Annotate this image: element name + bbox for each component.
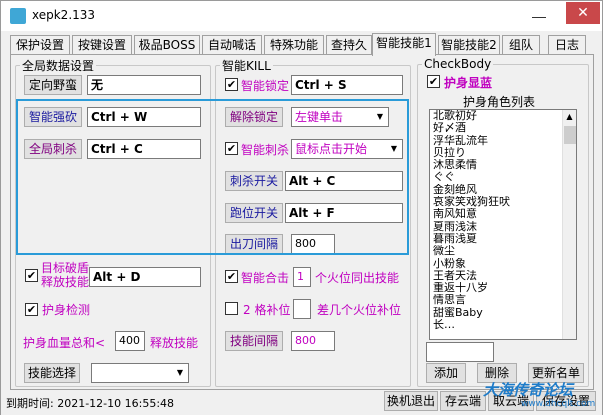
app-window: xepk2.133 ✕ 保护设置 按键设置 极品BOSS 自动喊话 特殊功能 查… (0, 0, 603, 415)
list-item[interactable]: 重返十八岁 (430, 282, 576, 294)
list-item[interactable]: 情思言 (430, 294, 576, 306)
buwei-checkbox[interactable] (225, 302, 238, 315)
list-item[interactable]: 长… (430, 319, 576, 331)
global-settings-legend: 全局数据设置 (22, 59, 95, 73)
tab-protect[interactable]: 保护设置 (10, 35, 70, 55)
list-item[interactable]: 王者天法 (430, 270, 576, 282)
list-item[interactable]: 贝拉り (430, 147, 576, 159)
logout-button[interactable]: 换机退出 (384, 391, 438, 411)
list-item[interactable]: 夏雨浅沫 (430, 221, 576, 233)
xueliang-label: 护身血量总和< (23, 336, 106, 350)
buwei-suffix: 差几个火位补位 (317, 303, 402, 317)
suoding-input[interactable]: Ctrl + S (291, 75, 403, 95)
title-bar: xepk2.133 ✕ (1, 1, 602, 31)
chevron-down-icon: ▼ (172, 364, 188, 382)
heji-num-input[interactable]: 1 (293, 267, 311, 287)
buwei-label: 2 格补位 (243, 303, 291, 317)
jineng-jiange-button[interactable]: 技能间隔 (225, 331, 283, 351)
heji-checkbox[interactable]: ✔ (225, 270, 238, 283)
suoding-checkbox[interactable]: ✔ (225, 78, 238, 91)
tab-log[interactable]: 日志 (548, 35, 586, 55)
dingxiang-button[interactable]: 定向野蛮 (24, 75, 82, 95)
role-list-scrollbar[interactable]: ▲ (562, 110, 576, 339)
role-list[interactable]: 北歌初好 好〆酒 浮华乱流年 贝拉り 沐思柔情 ぐぐ 金刻绝风 哀家笑戏狗狂吠 … (429, 109, 577, 340)
role-list-title: 护身角色列表 (463, 95, 536, 109)
tab-shout[interactable]: 自动喊话 (202, 35, 262, 55)
heji-suffix: 个火位同出技能 (315, 271, 400, 285)
tab-special[interactable]: 特殊功能 (264, 35, 324, 55)
list-item[interactable]: 南风知意 (430, 208, 576, 220)
list-item[interactable]: 金刻绝风 (430, 184, 576, 196)
tab-durability[interactable]: 查持久 (326, 35, 372, 55)
mubiao-podun-input[interactable]: Alt + D (89, 267, 201, 287)
jineng-xuanze-button[interactable]: 技能选择 (24, 363, 80, 383)
mubiao-podun-label: 目标破盾 (41, 261, 90, 275)
add-role-button[interactable]: 添加 (426, 363, 466, 383)
minimize-button[interactable] (532, 8, 546, 18)
list-item[interactable]: 好〆酒 (430, 122, 576, 134)
close-button[interactable]: ✕ (566, 2, 600, 24)
buwei-num-input[interactable] (293, 299, 311, 319)
mubiao-podun-checkbox[interactable]: ✔ (25, 269, 38, 282)
suoding-label: 智能锁定 (241, 79, 290, 93)
tab-skill1[interactable]: 智能技能1 (372, 33, 436, 56)
xueliang-input[interactable]: 400 (115, 331, 145, 351)
app-icon (10, 8, 26, 24)
checkbody-legend: CheckBody (424, 57, 492, 71)
list-item[interactable]: 沐思柔情 (430, 159, 576, 171)
jineng-jiange-input[interactable]: 800 (291, 331, 335, 351)
save-cloud-button[interactable]: 存云端 (440, 391, 486, 411)
scroll-up-icon[interactable]: ▲ (563, 110, 576, 124)
zhineng-kill-legend: 智能KILL (222, 59, 271, 73)
list-item[interactable]: 北歌初好 (430, 110, 576, 122)
list-item[interactable]: 哀家笑戏狗狂吠 (430, 196, 576, 208)
highlight-box (16, 99, 409, 255)
tab-team[interactable]: 组队 (502, 35, 540, 55)
tab-bar: 保护设置 按键设置 极品BOSS 自动喊话 特殊功能 查持久 智能技能1 智能技… (10, 33, 594, 56)
heji-label: 智能合击 (241, 271, 290, 285)
expire-time: 到期时间: 2021-12-10 16:55:48 (6, 397, 175, 410)
xueliang-suffix: 释放技能 (150, 336, 199, 350)
list-item[interactable]: 小粉象 (430, 258, 576, 270)
tab-keys[interactable]: 按键设置 (72, 35, 132, 55)
list-item[interactable]: 暮雨浅夏 (430, 233, 576, 245)
shifang-jineng-label: 释放技能 (41, 275, 90, 289)
watermark-url: www.dhcqlt.com (521, 399, 596, 409)
tab-boss[interactable]: 极品BOSS (134, 35, 200, 55)
scroll-thumb[interactable] (564, 126, 576, 144)
list-item[interactable]: 微尘 (430, 245, 576, 257)
window-title: xepk2.133 (32, 8, 96, 22)
dingxiang-input[interactable]: 无 (87, 75, 201, 95)
list-item[interactable]: ぐぐ (430, 171, 576, 183)
hushen-jiance-label: 护身检测 (42, 303, 91, 317)
jineng-xuanze-select[interactable]: ▼ (91, 363, 189, 383)
list-item[interactable]: 浮华乱流年 (430, 135, 576, 147)
hushen-jiance-checkbox[interactable]: ✔ (25, 303, 38, 316)
hushen-xianlan-label: 护身显蓝 (444, 76, 493, 90)
role-name-input[interactable] (426, 342, 494, 362)
tab-skill2[interactable]: 智能技能2 (438, 35, 500, 55)
list-item[interactable]: 甜蜜Baby (430, 307, 576, 319)
watermark-title: 大海传奇论坛 (483, 381, 574, 399)
hushen-xianlan-checkbox[interactable]: ✔ (427, 75, 440, 88)
